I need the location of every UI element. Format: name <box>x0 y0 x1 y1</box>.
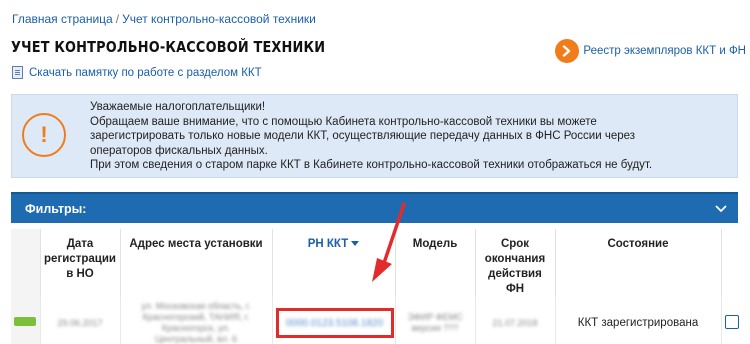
card-details-icon[interactable] <box>724 314 739 329</box>
header-status-column <box>11 229 41 297</box>
registry-link-label: Реестр экземпляров ККТ и ФН <box>583 45 746 57</box>
header-address: Адрес места установки <box>120 229 273 297</box>
row-state: ККТ зарегистрирована <box>555 297 722 344</box>
header-model: Модель <box>395 229 476 297</box>
header-registration-date: Дата регистрации в НО <box>40 229 121 297</box>
sort-caret-icon[interactable] <box>351 241 360 247</box>
download-memo-label: Скачать памятку по работе с разделом ККТ <box>29 66 262 79</box>
status-indicator <box>14 317 37 326</box>
row-fn-expiry: 21.07.2018 <box>475 297 556 344</box>
page-title: УЧЕТ КОНТРОЛЬНО-КАССОВОЙ ТЕХНИКИ <box>11 38 326 56</box>
arrow-right-icon <box>555 39 580 63</box>
notice-line: зарегистрировать только новые модели ККТ… <box>90 130 636 142</box>
row-address: ул. Московская область, г. Красногорский… <box>120 297 273 344</box>
rn-kkt-sort-label[interactable]: РН ККТ <box>308 238 349 250</box>
header-state: Состояние <box>555 229 722 297</box>
header-rn-kkt[interactable]: РН ККТ <box>272 229 396 297</box>
breadcrumb-separator: / <box>115 12 120 26</box>
document-icon <box>12 66 23 79</box>
breadcrumb: Главная страница / Учет контрольно-кассово… <box>12 12 316 26</box>
notice-line: Уважаемые налогоплательщики! <box>90 101 266 113</box>
row-status-cell <box>11 297 41 344</box>
kkt-table: Дата регистрации в НО Адрес места установк… <box>11 229 739 344</box>
breadcrumb-current[interactable]: Учет контрольно-кассовой техники <box>122 12 316 26</box>
filters-label: Фильтры: <box>25 201 87 216</box>
rn-kkt-link[interactable]: 0000.0123.5108.1820 <box>286 318 383 329</box>
registry-link[interactable]: Реестр экземпляров ККТ и ФН <box>555 39 746 63</box>
download-memo-link[interactable]: Скачать памятку по работе с разделом ККТ <box>12 66 262 79</box>
notice-text: Уважаемые налогоплательщики! Обращаем ва… <box>90 100 652 173</box>
row-model: ЭФИР ФЕМС версия ??? <box>395 297 476 344</box>
header-actions <box>721 229 738 297</box>
notice-line: При этом сведения о старом парке ККТ в К… <box>90 159 653 171</box>
header-fn-expiry: Срок окончания действия ФН <box>475 229 556 297</box>
notice-banner: ! Уважаемые налогоплательщики! Обращаем … <box>11 94 738 178</box>
rn-highlight-box: 0000.0123.5108.1820 <box>275 308 394 338</box>
warning-icon: ! <box>22 113 66 157</box>
row-date: 29.06.2017 <box>40 297 121 344</box>
breadcrumb-home-link[interactable]: Главная страница <box>12 12 113 26</box>
table-header-row: Дата регистрации в НО Адрес места установк… <box>11 229 738 297</box>
notice-line: операторов фискальных данных. <box>90 144 268 157</box>
chevron-down-icon[interactable] <box>714 202 728 216</box>
table-row[interactable]: 29.06.2017 ул. Московская область, г. Кр… <box>11 297 739 344</box>
notice-line: Обращаем ваше внимание, что с помощью Ка… <box>90 115 597 128</box>
filters-bar[interactable]: Фильтры: <box>11 192 738 223</box>
row-actions[interactable] <box>721 297 739 344</box>
row-rn[interactable]: 0000.0123.5108.1820 <box>272 297 396 344</box>
